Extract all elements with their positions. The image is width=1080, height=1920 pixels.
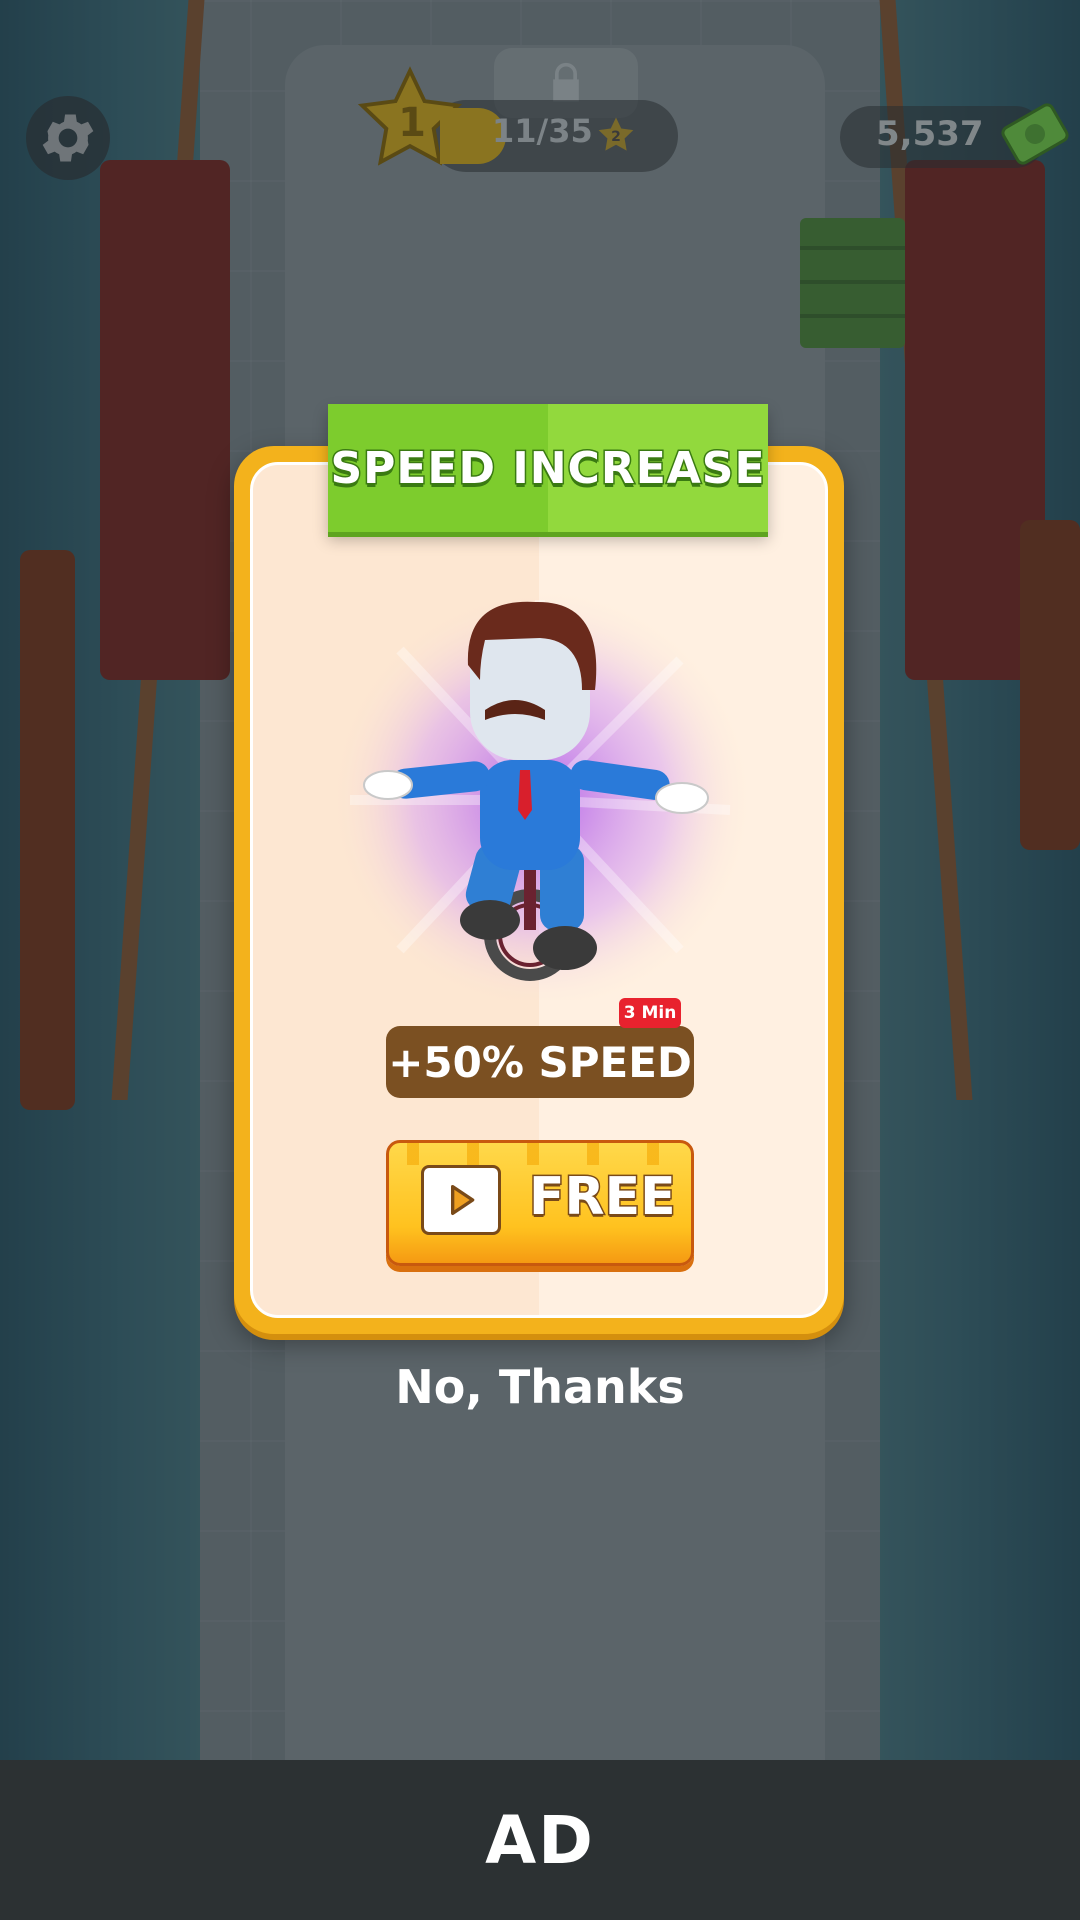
watch-ad-free-button[interactable]: FREE	[386, 1140, 694, 1266]
money-icon	[1001, 103, 1069, 165]
popup-title-banner: SPEED INCREASE	[328, 404, 768, 532]
left-glove	[363, 770, 413, 800]
speed-boost-text: +50% SPEED	[388, 1037, 692, 1087]
right-glove	[655, 782, 709, 814]
star-icon: 2	[598, 117, 634, 151]
no-thanks-link[interactable]: No, Thanks	[340, 1360, 740, 1414]
lock-icon	[553, 62, 579, 102]
popup-title: SPEED INCREASE	[329, 441, 766, 495]
tie	[518, 770, 532, 820]
ad-banner[interactable]: AD	[0, 1760, 1080, 1920]
settings-button[interactable]	[26, 96, 110, 180]
free-button-label: FREE	[528, 1166, 678, 1229]
unicycle-character-illustration	[330, 590, 750, 1000]
right-shoe	[533, 926, 597, 970]
duration-text: 3 Min	[623, 1003, 677, 1023]
ad-label: AD	[485, 1801, 595, 1879]
gear-icon	[42, 114, 94, 162]
left-shoe	[460, 900, 520, 940]
video-play-box	[421, 1165, 501, 1235]
level-progress-text: 11/35	[492, 112, 593, 150]
progress-star-number: 2	[611, 129, 621, 145]
speed-boost-label: +50% SPEED	[386, 1026, 694, 1098]
button-stripes	[407, 1143, 673, 1165]
play-icon	[451, 1185, 475, 1215]
duration-badge: 3 Min	[619, 998, 681, 1028]
money-amount: 5,537	[876, 114, 984, 154]
level-number: 1	[398, 100, 426, 146]
